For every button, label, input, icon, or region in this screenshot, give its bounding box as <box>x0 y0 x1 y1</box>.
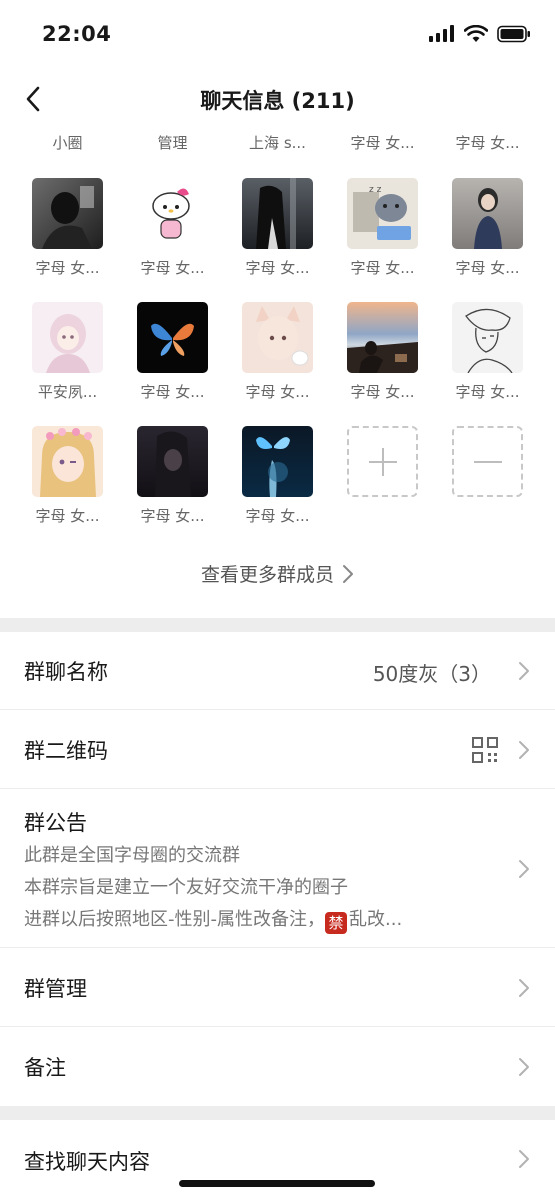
notice-line-1: 此群是全国字母圈的交流群 <box>24 845 240 866</box>
group-name-label: 群聊名称 <box>24 660 108 684</box>
member-item[interactable]: 上海 s... <box>225 132 330 153</box>
section-divider <box>0 1106 555 1120</box>
remark-cell[interactable]: 备注 <box>0 1027 555 1106</box>
member-name: 字母 女... <box>35 259 100 277</box>
member-item[interactable]: 字母 女... <box>225 302 330 402</box>
group-notice-label: 群公告 <box>24 811 87 835</box>
member-name: 小圈 <box>52 134 83 152</box>
member-name: 字母 女... <box>455 134 520 152</box>
remove-member-box <box>452 426 523 497</box>
member-avatar <box>452 302 523 373</box>
member-item[interactable]: 平安夙... <box>15 302 120 402</box>
member-avatar: z z <box>347 178 418 249</box>
member-avatar <box>32 426 103 497</box>
view-more-members-link[interactable]: 查看更多群成员 <box>0 560 555 587</box>
home-indicator[interactable] <box>179 1180 375 1187</box>
battery-icon <box>497 25 530 43</box>
member-avatar <box>137 426 208 497</box>
member-item[interactable]: 字母 女... <box>435 178 540 278</box>
member-name: 字母 女... <box>455 383 520 401</box>
view-more-label: 查看更多群成员 <box>200 564 334 586</box>
member-item[interactable]: 字母 女... <box>15 426 120 526</box>
member-item[interactable]: 字母 女... <box>120 426 225 526</box>
member-name: 字母 女... <box>455 259 520 277</box>
member-name: 字母 女... <box>245 259 310 277</box>
member-item[interactable]: 字母 女... <box>435 132 540 153</box>
search-chat-cell[interactable]: 查找聊天内容 <box>0 1120 555 1200</box>
notice-line-2: 本群宗旨是建立一个友好交流干净的圈子 <box>24 877 348 898</box>
group-management-label: 群管理 <box>24 977 87 1001</box>
minus-icon <box>473 460 502 463</box>
notice-line-3-prefix: 进群以后按照地区-性别-属性改备注， <box>24 909 325 930</box>
member-avatar <box>242 426 313 497</box>
member-name: 字母 女... <box>140 507 205 525</box>
cellular-signal-icon <box>429 25 454 42</box>
member-name: 字母 女... <box>350 383 415 401</box>
remove-member-button[interactable] <box>435 426 540 497</box>
chevron-right-icon <box>519 741 529 759</box>
member-item[interactable]: 字母 女... <box>15 178 120 278</box>
chevron-right-icon <box>519 979 529 997</box>
member-item[interactable]: 字母 女... <box>330 132 435 153</box>
member-item[interactable]: 管理 <box>120 132 225 153</box>
group-name-value: 50度灰（3） <box>372 662 491 686</box>
member-name: 字母 女... <box>245 383 310 401</box>
member-avatar <box>137 302 208 373</box>
member-name: 平安夙... <box>37 383 98 401</box>
member-avatar <box>137 178 208 249</box>
nav-bar: 聊天信息 (211) <box>0 70 555 128</box>
member-name: 字母 女... <box>350 134 415 152</box>
status-time: 22:04 <box>42 22 112 46</box>
chevron-right-icon <box>343 564 353 583</box>
chevron-right-icon <box>519 1058 529 1076</box>
member-item[interactable]: 字母 女... <box>120 178 225 278</box>
member-grid: 小圈 管理 上海 s... 字母 女... 字母 女... 字母 女... 字母… <box>0 128 555 618</box>
member-item[interactable]: 小圈 <box>15 132 120 153</box>
section-divider <box>0 618 555 632</box>
group-qr-code-label: 群二维码 <box>24 739 108 763</box>
group-management-cell[interactable]: 群管理 <box>0 948 555 1027</box>
notice-line-3: 进群以后按照地区-性别-属性改备注，禁乱改... <box>24 905 402 935</box>
add-member-box <box>347 426 418 497</box>
page-title: 聊天信息 (211) <box>200 89 355 113</box>
member-item[interactable]: 字母 女... <box>330 302 435 402</box>
add-member-button[interactable] <box>330 426 435 497</box>
wifi-icon <box>464 25 488 42</box>
member-name: 字母 女... <box>140 259 205 277</box>
search-chat-label: 查找聊天内容 <box>24 1150 150 1174</box>
member-avatar <box>32 178 103 249</box>
chevron-right-icon <box>519 1150 529 1168</box>
member-avatar <box>242 178 313 249</box>
qr-code-icon <box>472 737 498 763</box>
member-name: 字母 女... <box>140 383 205 401</box>
prohibited-badge: 禁 <box>325 912 347 934</box>
notice-line-3-suffix: 乱改... <box>349 909 403 930</box>
status-icons <box>429 25 531 43</box>
member-avatar <box>452 178 523 249</box>
remark-label: 备注 <box>24 1056 66 1080</box>
member-name: 字母 女... <box>245 507 310 525</box>
member-avatar <box>242 302 313 373</box>
group-name-cell[interactable]: 群聊名称 50度灰（3） <box>0 632 555 710</box>
member-item[interactable]: 字母 女... <box>435 302 540 402</box>
member-name: 字母 女... <box>350 259 415 277</box>
member-item[interactable]: 字母 女... <box>225 426 330 526</box>
svg-text:z z: z z <box>369 185 382 195</box>
member-item[interactable]: 字母 女... <box>225 178 330 278</box>
group-qr-code-cell[interactable]: 群二维码 <box>0 710 555 789</box>
chevron-right-icon <box>519 860 529 878</box>
member-item[interactable]: 字母 女... <box>120 302 225 402</box>
member-name: 上海 s... <box>249 134 306 152</box>
member-name: 字母 女... <box>35 507 100 525</box>
member-avatar <box>347 302 418 373</box>
chevron-right-icon <box>519 662 529 680</box>
member-item[interactable]: z z 字母 女... <box>330 178 435 278</box>
member-name: 管理 <box>157 134 188 152</box>
plus-icon <box>368 447 397 476</box>
status-bar: 22:04 <box>0 0 555 70</box>
group-notice-cell[interactable]: 群公告 此群是全国字母圈的交流群 本群宗旨是建立一个友好交流干净的圈子 进群以后… <box>0 789 555 948</box>
member-avatar <box>32 302 103 373</box>
